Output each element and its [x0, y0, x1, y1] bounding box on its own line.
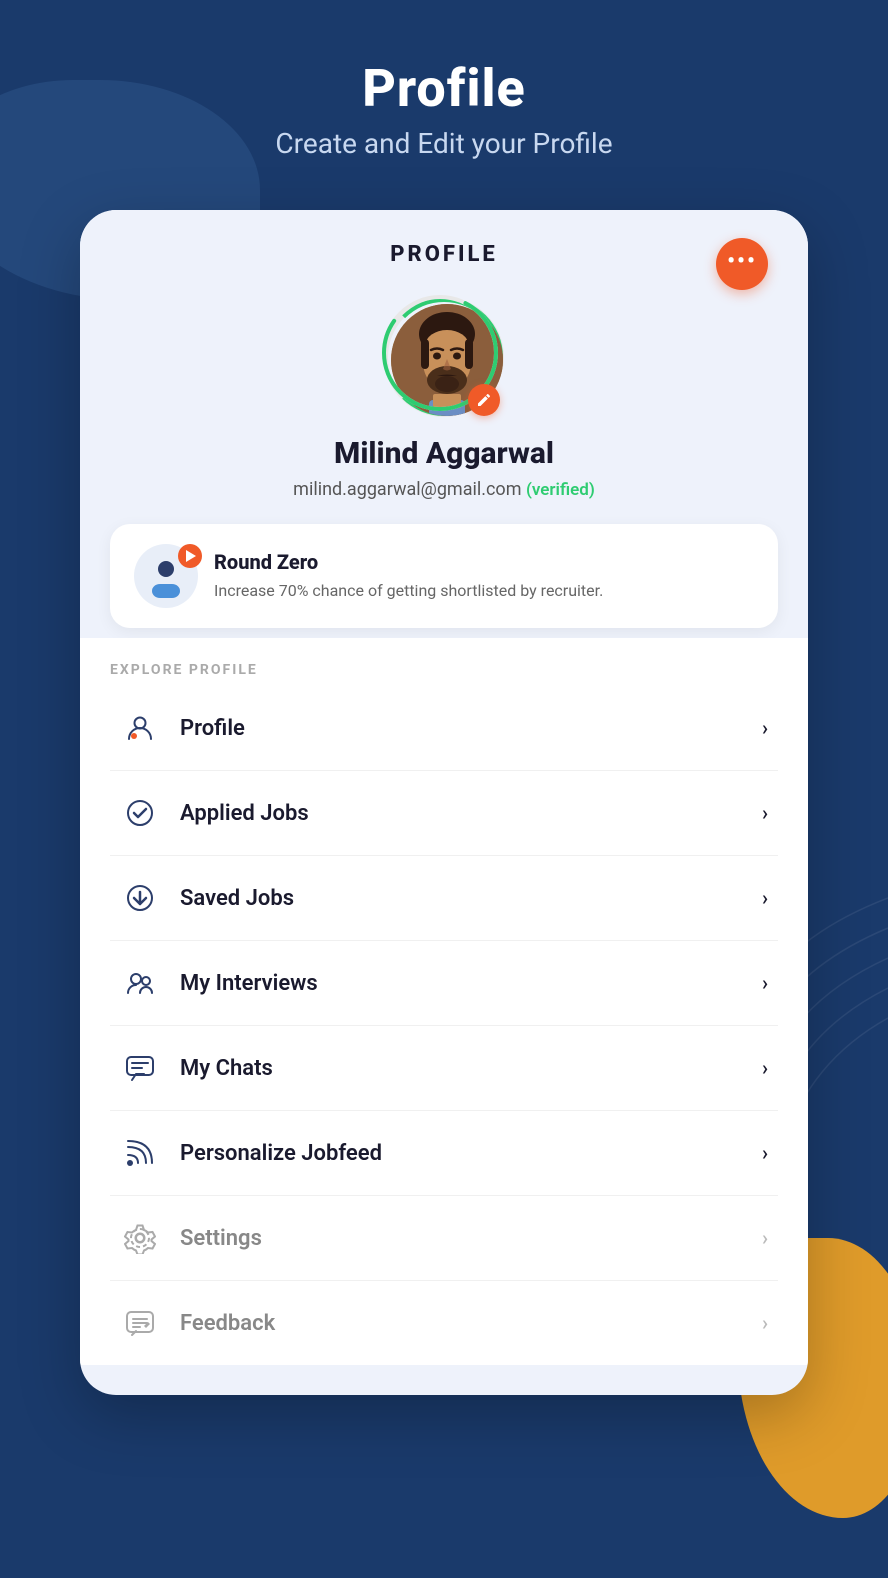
page-subtitle: Create and Edit your Profile: [40, 127, 848, 160]
menu-label-my-interviews: My Interviews: [180, 971, 762, 996]
more-options-button[interactable]: •••: [716, 238, 768, 290]
play-button-badge: [178, 544, 202, 568]
card-header: PROFILE •••: [80, 210, 808, 287]
round-zero-avatar: [134, 544, 198, 608]
user-email: milind.aggarwal@gmail.com (verified): [120, 479, 768, 500]
menu-label-feedback: Feedback: [180, 1311, 762, 1336]
verified-badge: (verified): [526, 480, 595, 500]
menu-item-settings[interactable]: Settings ›: [110, 1196, 778, 1281]
explore-section-label: EXPLORE PROFILE: [110, 638, 778, 686]
personalize-jobfeed-icon: [120, 1133, 160, 1173]
card-title: PROFILE: [390, 242, 498, 267]
profile-card: PROFILE •••: [80, 210, 808, 1395]
menu-label-my-chats: My Chats: [180, 1056, 762, 1081]
chevron-right-icon-8: ›: [762, 1311, 768, 1335]
feedback-icon: [120, 1303, 160, 1343]
menu-label-settings: Settings: [180, 1226, 762, 1251]
menu-list: Profile › Applied Jobs › Saved Jobs: [80, 686, 808, 1365]
avatar-container: [384, 297, 504, 420]
explore-section: EXPLORE PROFILE: [80, 638, 808, 686]
menu-item-my-interviews[interactable]: My Interviews ›: [110, 941, 778, 1026]
menu-label-saved-jobs: Saved Jobs: [180, 886, 762, 911]
page-header: Profile Create and Edit your Profile: [0, 0, 888, 200]
round-zero-description: Increase 70% chance of getting shortlist…: [214, 580, 603, 602]
menu-item-personalize-jobfeed[interactable]: Personalize Jobfeed ›: [110, 1111, 778, 1196]
profile-icon: [120, 708, 160, 748]
chevron-right-icon-6: ›: [762, 1141, 768, 1165]
menu-item-feedback[interactable]: Feedback ›: [110, 1281, 778, 1365]
chevron-right-icon-4: ›: [762, 971, 768, 995]
applied-jobs-icon: [120, 793, 160, 833]
menu-item-my-chats[interactable]: My Chats ›: [110, 1026, 778, 1111]
settings-icon: [120, 1218, 160, 1258]
chevron-right-icon-3: ›: [762, 886, 768, 910]
chevron-right-icon-2: ›: [762, 801, 768, 825]
more-dots-icon: •••: [727, 251, 757, 273]
menu-label-personalize-jobfeed: Personalize Jobfeed: [180, 1141, 762, 1166]
user-name: Milind Aggarwal: [120, 436, 768, 471]
my-interviews-icon: [120, 963, 160, 1003]
pencil-icon: [476, 392, 492, 408]
menu-label-applied-jobs: Applied Jobs: [180, 801, 762, 826]
page-title: Profile: [40, 60, 848, 117]
menu-item-saved-jobs[interactable]: Saved Jobs ›: [110, 856, 778, 941]
chevron-right-icon-5: ›: [762, 1056, 768, 1080]
round-zero-title: Round Zero: [214, 550, 603, 574]
saved-jobs-icon: [120, 878, 160, 918]
chevron-right-icon-7: ›: [762, 1226, 768, 1250]
edit-avatar-button[interactable]: [468, 384, 500, 416]
profile-section: Milind Aggarwal milind.aggarwal@gmail.co…: [80, 287, 808, 524]
menu-item-profile[interactable]: Profile ›: [110, 686, 778, 771]
menu-item-applied-jobs[interactable]: Applied Jobs ›: [110, 771, 778, 856]
menu-label-profile: Profile: [180, 716, 762, 741]
chevron-right-icon: ›: [762, 716, 768, 740]
round-zero-text: Round Zero Increase 70% chance of gettin…: [214, 550, 603, 602]
round-zero-card[interactable]: Round Zero Increase 70% chance of gettin…: [110, 524, 778, 628]
my-chats-icon: [120, 1048, 160, 1088]
